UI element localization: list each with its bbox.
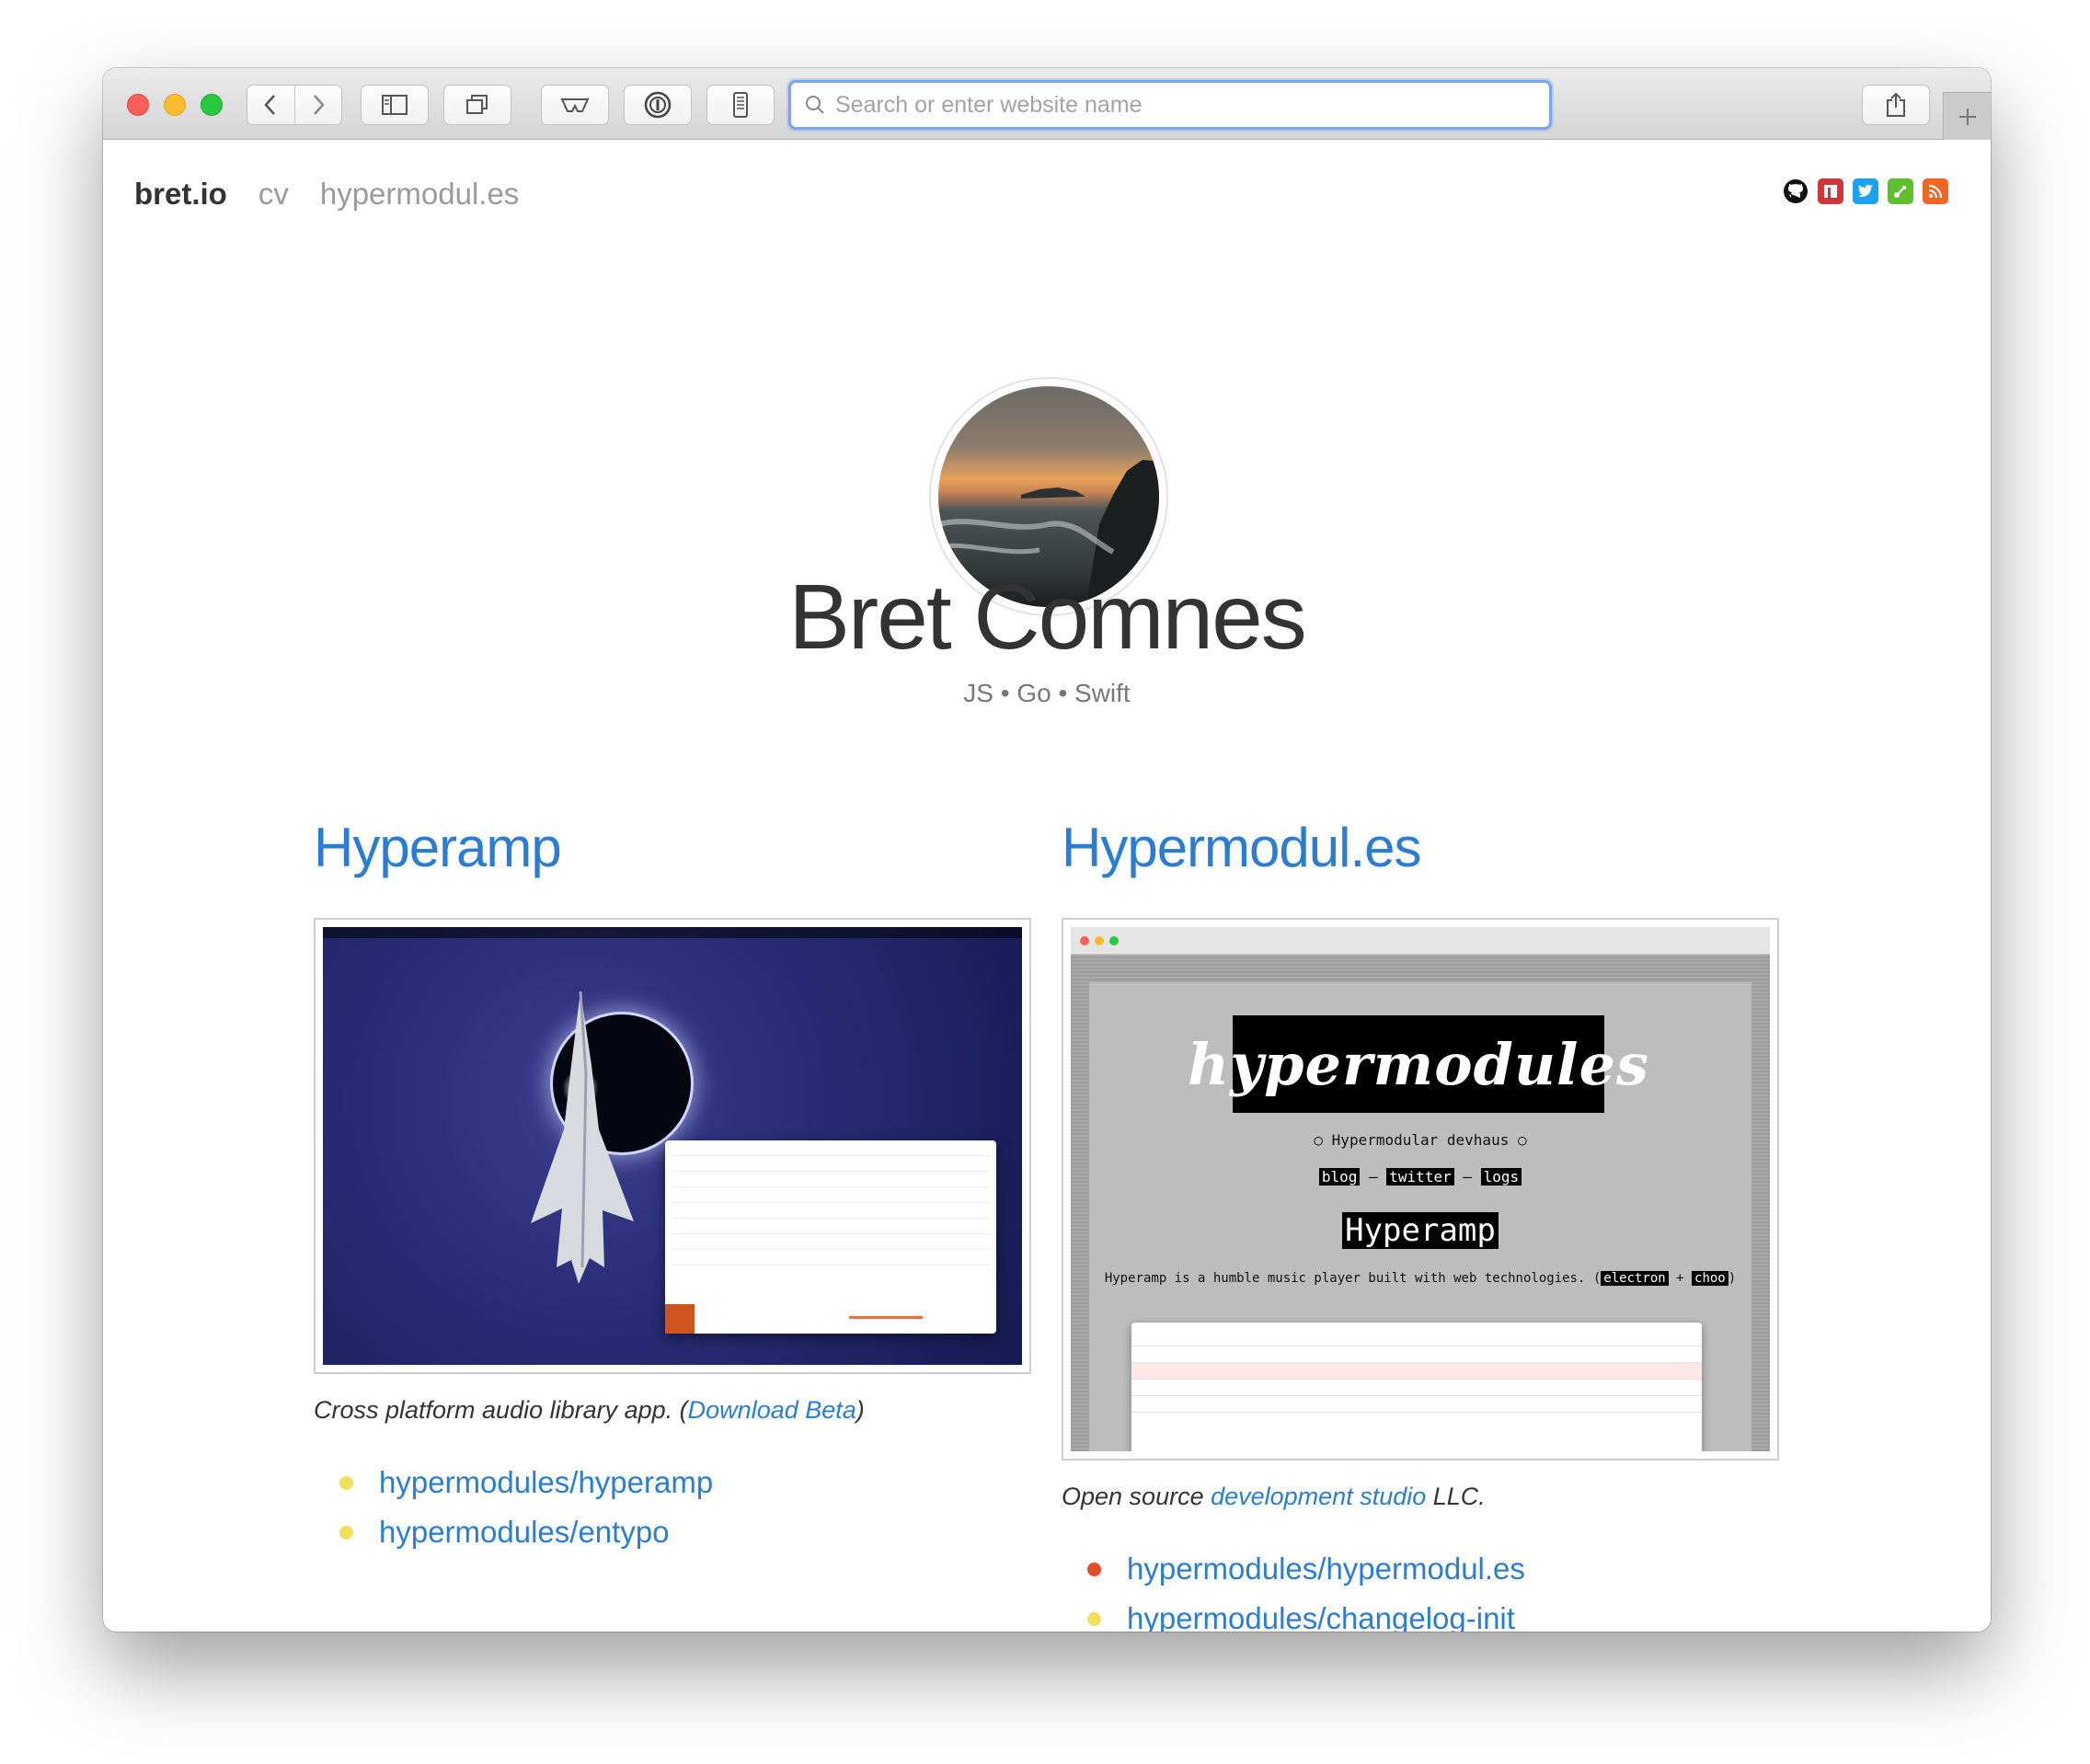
language-dot xyxy=(1087,1562,1101,1576)
repo-list: hypermodules/hyperamp hypermodules/entyp… xyxy=(314,1465,1031,1550)
list-item: hypermodules/hypermodul.es xyxy=(1087,1552,1779,1586)
nav-link-cv[interactable]: cv xyxy=(258,177,289,212)
list-item: hypermodules/hyperamp xyxy=(339,1465,1031,1500)
password-manager-button[interactable] xyxy=(624,85,692,125)
repo-link[interactable]: hypermodules/hypermodul.es xyxy=(1127,1552,1525,1586)
mini-browser-chrome xyxy=(1071,927,1770,955)
tab-overview-button[interactable] xyxy=(443,85,511,125)
chevron-right-icon xyxy=(313,95,325,115)
keybase-icon[interactable] xyxy=(1888,178,1913,204)
language-dot xyxy=(1087,1611,1101,1626)
page-content: bret.io cv hypermodul.es Bret Comnes JS … xyxy=(103,140,1991,1632)
sidebar-icon xyxy=(382,95,408,115)
share-button[interactable] xyxy=(1862,85,1930,125)
project-screenshot[interactable]: hypermodules ○ Hypermodular devhaus ○ bl… xyxy=(1062,918,1779,1460)
preview-subtitle: ○ Hypermodular devhaus ○ xyxy=(1314,1131,1527,1149)
glasses-icon xyxy=(560,98,590,112)
1password-icon xyxy=(644,91,672,119)
site-nav: bret.io cv hypermodul.es xyxy=(134,177,519,212)
preview-links: blog – twitter – logs xyxy=(1071,1168,1770,1186)
development-studio-link[interactable]: development studio xyxy=(1211,1483,1426,1510)
sidebar-button[interactable] xyxy=(361,85,429,125)
reading-list-extension-button[interactable] xyxy=(541,85,609,125)
share-icon xyxy=(1887,92,1905,117)
project-title-link[interactable]: Hypermodul.es xyxy=(1062,816,1779,879)
browser-toolbar xyxy=(103,68,1991,140)
new-tab-button[interactable] xyxy=(1943,92,1991,140)
npm-icon[interactable] xyxy=(1818,178,1843,204)
project-caption: Cross platform audio library app. (Downl… xyxy=(314,1396,865,1424)
browser-window: bret.io cv hypermodul.es xyxy=(103,68,1991,1632)
language-dot xyxy=(339,1525,353,1540)
search-icon xyxy=(806,96,824,114)
hyperamp-desktop-screenshot xyxy=(323,927,1022,1365)
social-links xyxy=(1783,178,1948,204)
responsive-device-button[interactable] xyxy=(706,85,775,125)
preview-heading: Hyperamp xyxy=(1071,1212,1770,1249)
list-item: hypermodules/entypo xyxy=(339,1515,1031,1550)
hypermodules-logo: hypermodules xyxy=(1188,1015,1648,1113)
repo-link[interactable]: hypermodules/entypo xyxy=(379,1515,670,1550)
mini-hyperamp-window xyxy=(1131,1323,1702,1451)
back-button[interactable] xyxy=(247,86,294,124)
download-beta-link[interactable]: Download Beta xyxy=(688,1396,856,1424)
chevron-left-icon xyxy=(264,95,276,115)
plus-icon xyxy=(1958,108,1976,125)
address-input[interactable] xyxy=(835,91,1549,119)
hypermodules-site-screenshot: hypermodules ○ Hypermodular devhaus ○ bl… xyxy=(1071,927,1770,1451)
jet-graphic xyxy=(531,991,634,1284)
project-hypermodules: Hypermodul.es hypermodules ○ Hypermodula… xyxy=(1062,816,1779,1632)
repo-link[interactable]: hypermodules/hyperamp xyxy=(379,1465,713,1500)
project-title-link[interactable]: Hyperamp xyxy=(314,816,1031,879)
project-hyperamp: Hyperamp Cross platform audio library ap… xyxy=(314,816,1031,1564)
list-item: hypermodules/changelog-init xyxy=(1087,1601,1779,1632)
phone-icon xyxy=(733,92,748,118)
mini-menubar xyxy=(323,927,1022,938)
mini-hyperamp-window xyxy=(665,1140,996,1334)
repo-list: hypermodules/hypermodul.es hypermodules/… xyxy=(1062,1552,1779,1632)
nav-link-hypermodules[interactable]: hypermodul.es xyxy=(320,177,519,212)
twitter-icon[interactable] xyxy=(1853,178,1878,204)
zoom-window-button[interactable] xyxy=(201,94,223,116)
close-window-button[interactable] xyxy=(127,94,149,116)
github-icon[interactable] xyxy=(1783,178,1809,204)
page-title: Bret Comnes xyxy=(788,566,1307,669)
preview-blurb: Hyperamp is a humble music player built … xyxy=(1104,1271,1737,1286)
forward-button[interactable] xyxy=(293,86,342,124)
repo-link[interactable]: hypermodules/changelog-init xyxy=(1127,1601,1515,1632)
project-screenshot[interactable] xyxy=(314,918,1031,1374)
tab-overview-icon xyxy=(466,95,488,114)
history-nav xyxy=(247,85,342,125)
project-caption: Open source development studio LLC. xyxy=(1062,1483,1486,1510)
language-dot xyxy=(339,1475,353,1490)
brand-link[interactable]: bret.io xyxy=(134,177,227,212)
address-bar[interactable] xyxy=(788,80,1552,130)
tagline: JS • Go • Swift xyxy=(963,679,1131,707)
minimize-window-button[interactable] xyxy=(164,94,186,116)
rss-icon[interactable] xyxy=(1923,178,1948,204)
